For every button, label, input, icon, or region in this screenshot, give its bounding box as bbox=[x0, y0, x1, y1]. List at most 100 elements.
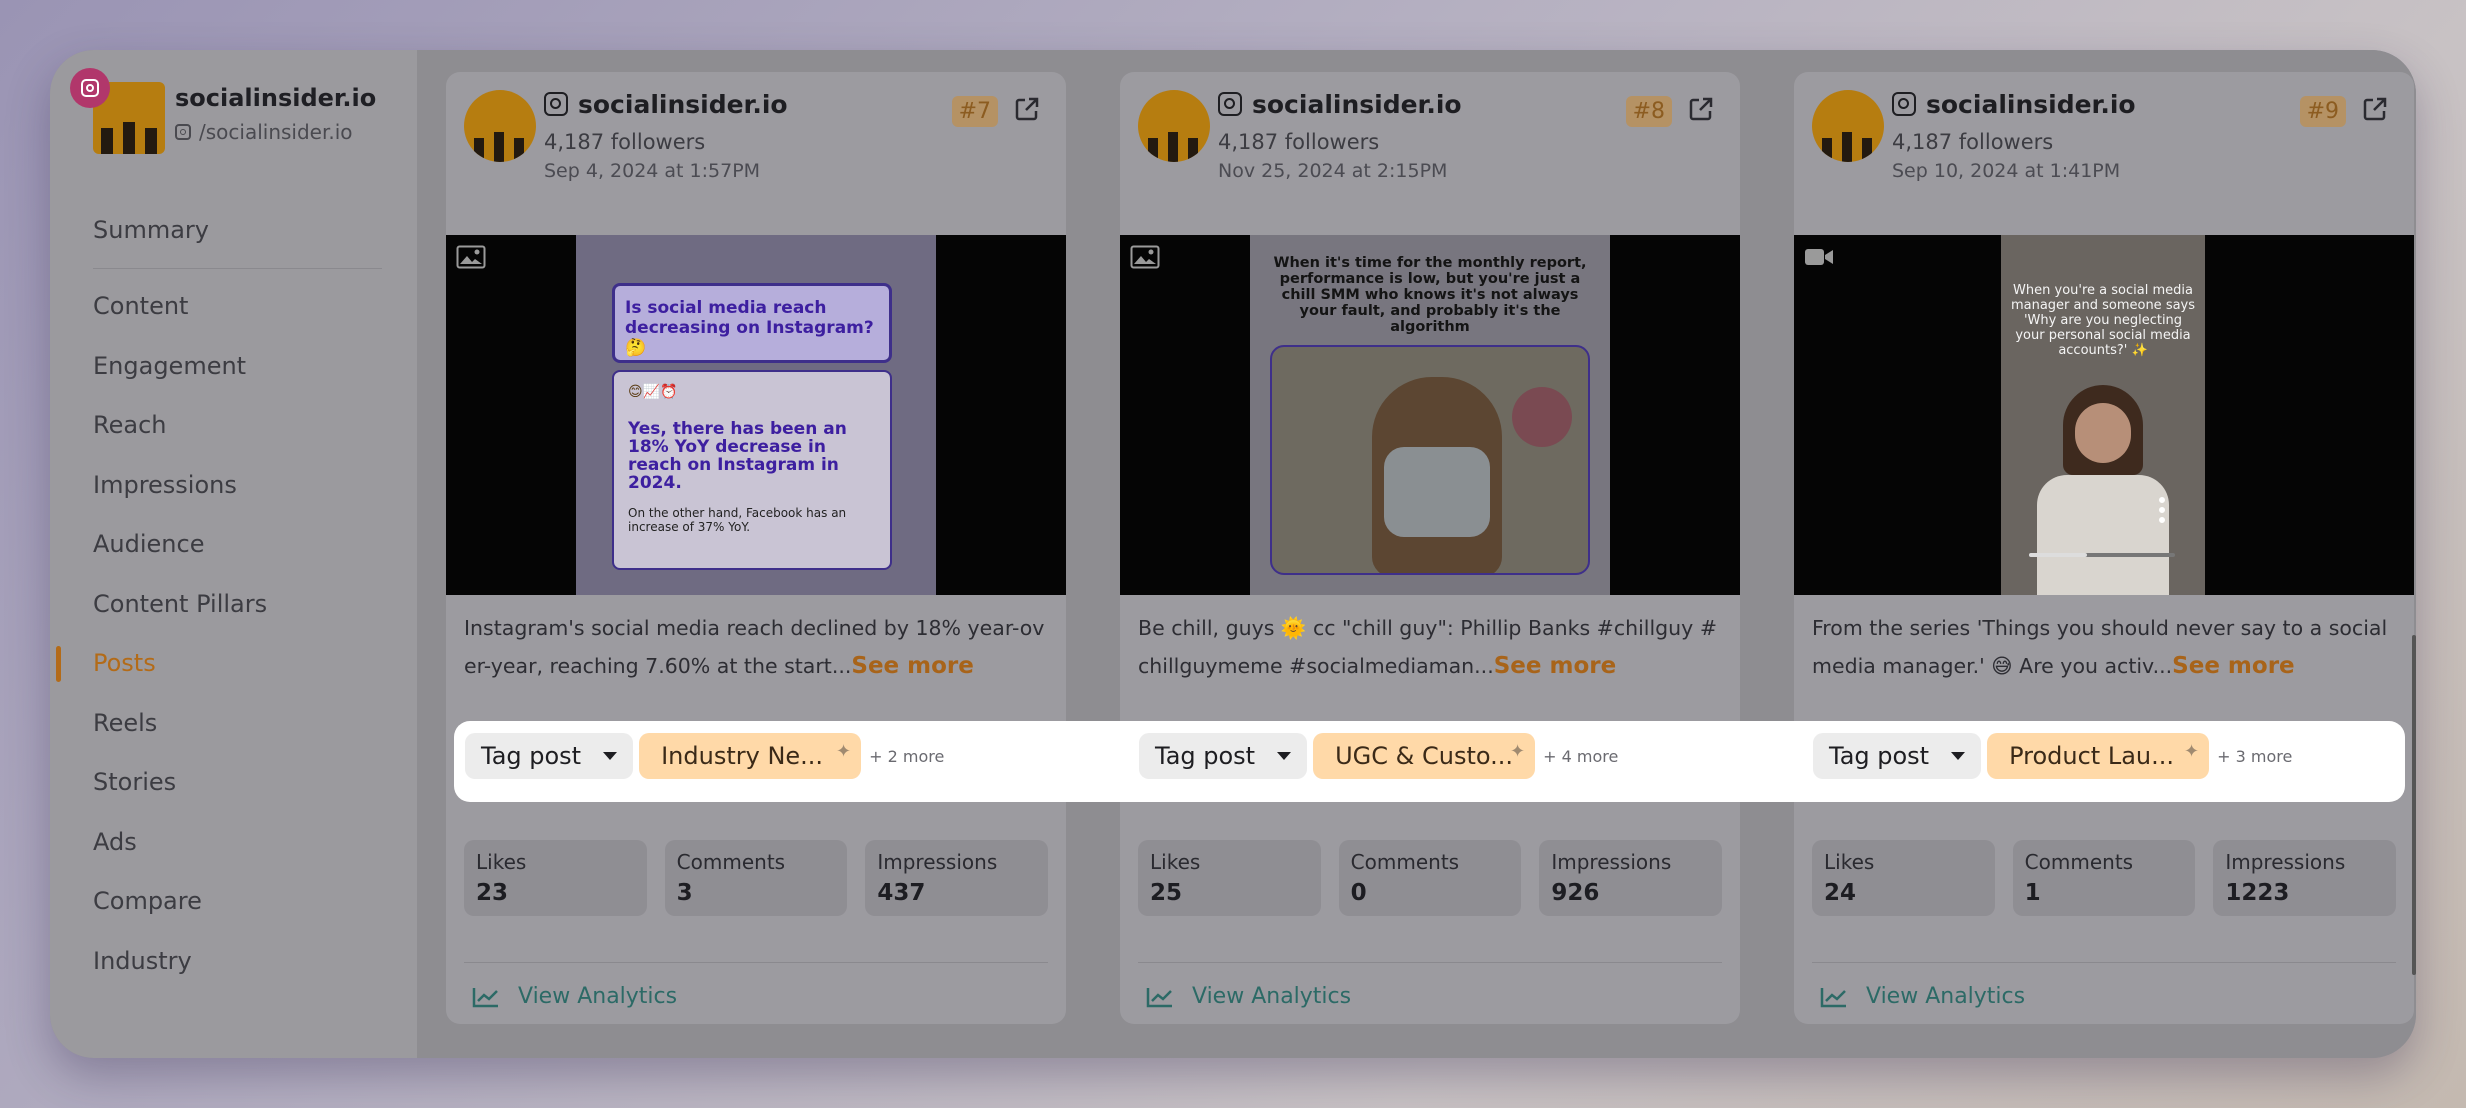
sidebar-item-content-pillars[interactable]: Content Pillars bbox=[50, 574, 417, 634]
image-icon bbox=[456, 245, 486, 269]
brand-name: socialinsider.io bbox=[175, 84, 377, 112]
caption-text: From the series 'Things you should never… bbox=[1812, 616, 2388, 678]
impressions-label: Impressions bbox=[877, 850, 998, 874]
sidebar-item-summary[interactable]: Summary bbox=[50, 200, 417, 260]
sidebar-item-audience[interactable]: Audience bbox=[50, 515, 417, 575]
instagram-icon bbox=[1218, 92, 1242, 116]
chevron-down-icon bbox=[603, 752, 618, 760]
sidebar-item-content[interactable]: Content bbox=[50, 277, 417, 337]
sidebar-item-ads[interactable]: Ads bbox=[50, 812, 417, 872]
post-card: socialinsider.io 4,187 followers Sep 4, … bbox=[446, 72, 1066, 1024]
instagram-badge-icon bbox=[70, 68, 110, 108]
caption-text: Be chill, guys 🌞 cc "chill guy": Phillip… bbox=[1138, 616, 1718, 678]
tag-row: Tag post Product Lau... ✦ + 3 more bbox=[1813, 733, 2292, 779]
see-more-link[interactable]: See more bbox=[2172, 653, 2294, 679]
impressions-metric: Impressions 437 bbox=[865, 840, 1049, 916]
divider bbox=[464, 962, 1048, 963]
view-analytics-label: View Analytics bbox=[1866, 984, 2026, 1009]
sidebar-item-reels[interactable]: Reels bbox=[50, 693, 417, 753]
instagram-icon bbox=[1892, 92, 1916, 116]
external-link-icon[interactable] bbox=[1014, 96, 1040, 122]
sidebar-item-engagement[interactable]: Engagement bbox=[50, 336, 417, 396]
post-header: socialinsider.io 4,187 followers Sep 4, … bbox=[464, 90, 1048, 200]
comments-value: 1 bbox=[2024, 880, 2041, 906]
sparkle-icon: ✦ bbox=[1510, 741, 1526, 762]
external-link-icon[interactable] bbox=[1688, 96, 1714, 122]
sidebar-item-compare[interactable]: Compare bbox=[50, 872, 417, 932]
impressions-metric: Impressions 1223 bbox=[2213, 840, 2397, 916]
view-analytics-link[interactable]: View Analytics bbox=[472, 984, 677, 1009]
video-progress[interactable] bbox=[2029, 553, 2175, 557]
tag-row-highlight: Tag post Industry Ne... ✦ + 2 more Tag p… bbox=[454, 721, 2405, 802]
video-icon bbox=[1805, 249, 1833, 265]
tag-chip[interactable]: UGC & Custo... ✦ bbox=[1313, 733, 1536, 779]
post-media[interactable]: When it's time for the monthly report, p… bbox=[1120, 235, 1740, 595]
emoji-row: 😊📈⏰ bbox=[628, 384, 678, 400]
see-more-link[interactable]: See more bbox=[851, 653, 973, 679]
comments-label: Comments bbox=[676, 850, 786, 874]
sidebar-item-industry[interactable]: Industry bbox=[50, 931, 417, 991]
note-text: On the other hand, Facebook has an incre… bbox=[628, 506, 847, 534]
post-card: socialinsider.io 4,187 followers Sep 10,… bbox=[1794, 72, 2414, 1024]
tag-row: Tag post Industry Ne... ✦ + 2 more bbox=[465, 733, 944, 779]
sparkle-icon: ✦ bbox=[2184, 741, 2200, 762]
likes-metric: Likes 23 bbox=[464, 840, 647, 916]
more-options-icon[interactable] bbox=[2159, 497, 2165, 523]
line-chart-icon bbox=[472, 987, 498, 1007]
answer-text: Yes, there has been an 18% YoY decrease … bbox=[628, 419, 847, 493]
likes-metric: Likes 25 bbox=[1138, 840, 1321, 916]
avatar bbox=[1812, 90, 1884, 162]
tag-post-dropdown[interactable]: Tag post bbox=[1139, 733, 1308, 779]
meme-picture bbox=[1270, 345, 1590, 575]
post-date: Nov 25, 2024 at 2:15PM bbox=[1218, 160, 1448, 182]
external-link-icon[interactable] bbox=[2362, 96, 2388, 122]
image-icon bbox=[1130, 245, 1160, 269]
line-chart-icon bbox=[1146, 987, 1172, 1007]
comments-metric: Comments 3 bbox=[664, 840, 848, 916]
post-media[interactable]: Is social media reach decreasing on Inst… bbox=[446, 235, 1066, 595]
post-caption: Instagram's social media reach declined … bbox=[464, 609, 1054, 685]
post-header: socialinsider.io 4,187 followers Nov 25,… bbox=[1138, 90, 1722, 200]
likes-value: 24 bbox=[1824, 880, 1857, 906]
tag-post-dropdown[interactable]: Tag post bbox=[465, 733, 634, 779]
instagram-icon bbox=[175, 124, 191, 140]
sidebar: socialinsider.io /socialinsider.io Summa… bbox=[50, 50, 417, 1058]
tag-chip-label: UGC & Custo... bbox=[1335, 742, 1514, 770]
post-date: Sep 10, 2024 at 1:41PM bbox=[1892, 160, 2121, 182]
see-more-link[interactable]: See more bbox=[1494, 653, 1616, 679]
sidebar-item-reach[interactable]: Reach bbox=[50, 396, 417, 456]
tag-post-label: Tag post bbox=[1155, 742, 1256, 770]
scrollbar[interactable] bbox=[2412, 635, 2416, 975]
account-name: socialinsider.io bbox=[1252, 90, 1462, 119]
sidebar-item-posts[interactable]: Posts bbox=[50, 634, 417, 694]
rank-badge: #7 bbox=[951, 96, 998, 127]
tag-chip[interactable]: Product Lau... ✦ bbox=[1987, 733, 2210, 779]
impressions-value: 437 bbox=[877, 880, 926, 906]
account-name: socialinsider.io bbox=[1926, 90, 2136, 119]
post-header: socialinsider.io 4,187 followers Sep 10,… bbox=[1812, 90, 2396, 200]
answer-box: 😊📈⏰ Yes, there has been an 18% YoY decre… bbox=[612, 370, 892, 570]
impressions-value: 1223 bbox=[2225, 880, 2290, 906]
post-media[interactable]: When you're a social media manager and s… bbox=[1794, 235, 2414, 595]
divider bbox=[1812, 962, 2396, 963]
view-analytics-link[interactable]: View Analytics bbox=[1820, 984, 2025, 1009]
metrics-row: Likes 23 Comments 3 Impressions 437 bbox=[464, 840, 1049, 916]
post-image: When it's time for the monthly report, p… bbox=[1250, 235, 1610, 595]
likes-label: Likes bbox=[1150, 850, 1201, 874]
tag-post-label: Tag post bbox=[1829, 742, 1930, 770]
more-tags-link[interactable]: + 3 more bbox=[2217, 747, 2292, 766]
question-box: Is social media reach decreasing on Inst… bbox=[612, 283, 892, 363]
comments-value: 3 bbox=[676, 880, 693, 906]
brand-header[interactable]: socialinsider.io /socialinsider.io bbox=[70, 68, 403, 164]
more-tags-link[interactable]: + 4 more bbox=[1543, 747, 1618, 766]
more-tags-link[interactable]: + 2 more bbox=[869, 747, 944, 766]
sidebar-item-stories[interactable]: Stories bbox=[50, 753, 417, 813]
tag-post-dropdown[interactable]: Tag post bbox=[1813, 733, 1982, 779]
followers-count: 4,187 followers bbox=[1892, 130, 2054, 154]
sidebar-item-impressions[interactable]: Impressions bbox=[50, 455, 417, 515]
impressions-metric: Impressions 926 bbox=[1539, 840, 1723, 916]
chevron-down-icon bbox=[1951, 752, 1966, 760]
view-analytics-link[interactable]: View Analytics bbox=[1146, 984, 1351, 1009]
tag-chip[interactable]: Industry Ne... ✦ bbox=[639, 733, 862, 779]
view-analytics-label: View Analytics bbox=[518, 984, 678, 1009]
